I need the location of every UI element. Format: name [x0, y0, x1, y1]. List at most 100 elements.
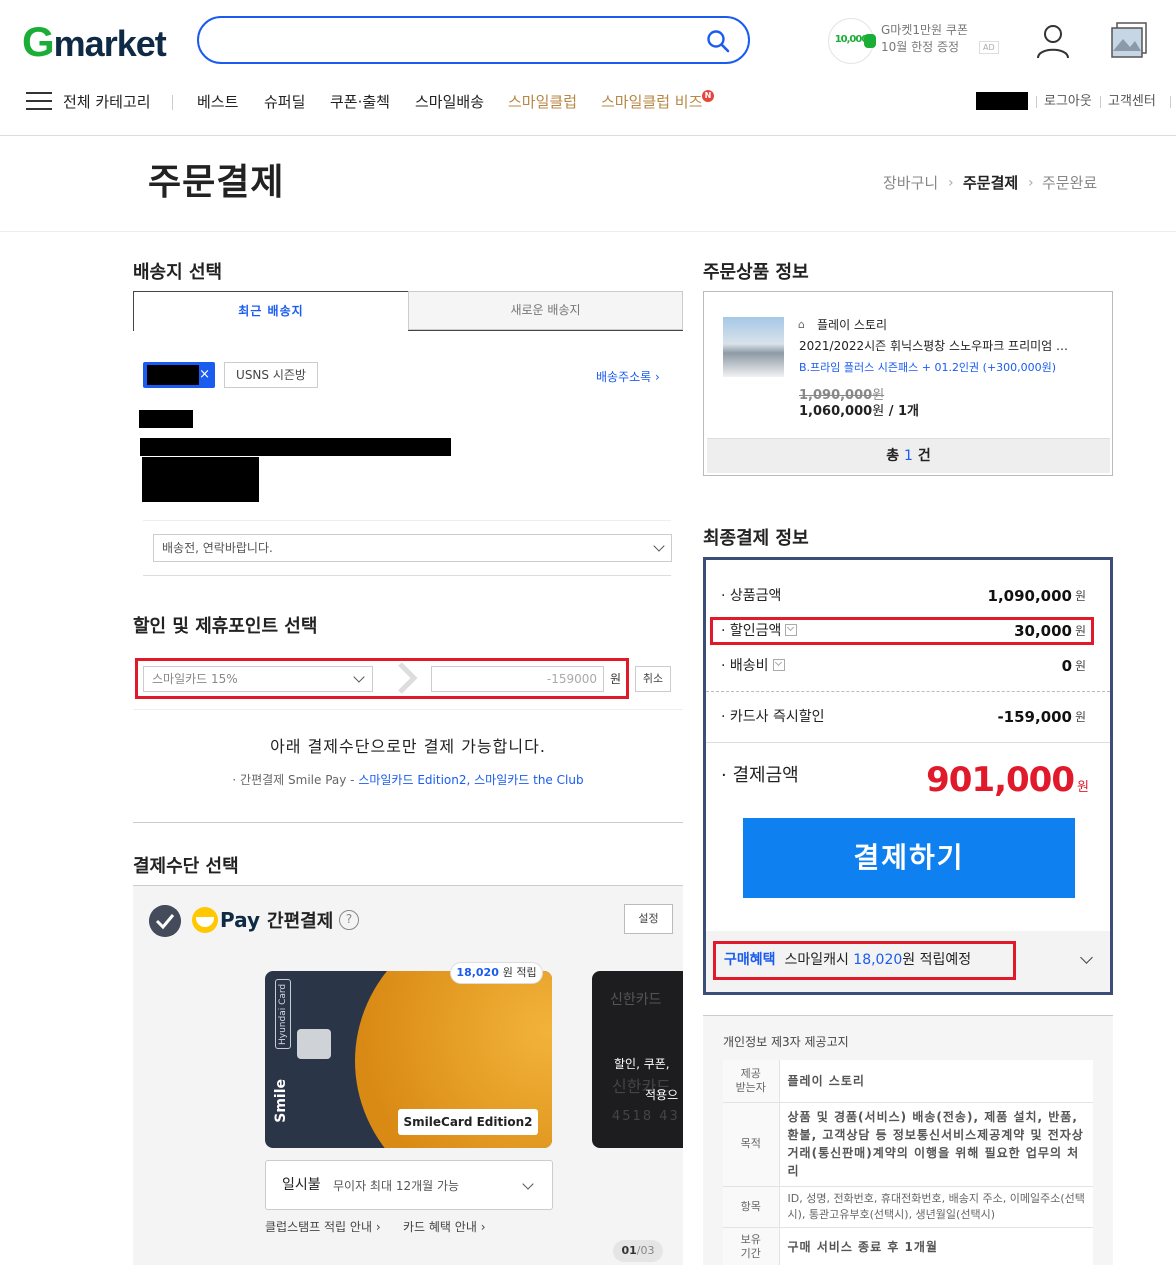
won-unit: 원	[1075, 624, 1087, 638]
table-row: 목적 상품 및 경품(서비스) 배송(전송), 제품 설치, 반품, 환불, 고객…	[723, 1102, 1093, 1187]
privacy-value-recipient: 플레이 스토리	[779, 1060, 1093, 1103]
nav-item-smile-delivery[interactable]: 스마일배송	[415, 91, 484, 113]
logout-link[interactable]: 로그아웃	[1044, 93, 1092, 111]
recent-item-thumbnail-icon[interactable]	[1110, 21, 1148, 59]
order-checkout-page: Gmarket 10,000 G마켓1만원 쿠폰 10월 한정 증정 AD 전체 …	[0, 0, 1176, 1265]
hamburger-menu-icon[interactable]	[26, 92, 52, 112]
address-chip-usns[interactable]: USNS 시즌방	[224, 362, 318, 388]
discount-cancel-button[interactable]: 취소	[635, 666, 671, 692]
discount-won-unit: 원	[610, 672, 622, 686]
privacy-value-retention: 구매 서비스 종료 후 1개월	[779, 1227, 1093, 1265]
product-thumbnail[interactable]	[723, 317, 784, 377]
benefit-suffix: 원 적립예정	[902, 952, 972, 968]
breadcrumb-chevron-icon: ›	[1028, 175, 1034, 191]
search-icon[interactable]	[706, 29, 730, 53]
total-count: 1	[904, 448, 913, 464]
gmarket-logo[interactable]: Gmarket	[22, 20, 167, 66]
pay-label-text: 간편결제	[267, 911, 334, 932]
club-stamp-link[interactable]: 클럽스탬프 적립 안내 ›	[265, 1218, 381, 1236]
card2-number: 4518 43	[612, 1109, 680, 1124]
check-circle-icon[interactable]	[149, 905, 181, 937]
discount-card-value: 스마일카드 15%	[152, 672, 238, 686]
row-discount-label-text: · 할인금액	[721, 623, 782, 639]
nav-item-smile-club[interactable]: 스마일클럽	[508, 91, 577, 113]
won-unit: 원	[1075, 659, 1087, 673]
address-chip-selected[interactable]: ×	[143, 362, 215, 388]
won-unit: 원	[872, 388, 885, 403]
user-icon[interactable]	[1034, 22, 1072, 60]
card-issuer-label: Hyundai Card	[275, 979, 291, 1049]
card-benefit-link[interactable]: 카드 혜택 안내 ›	[403, 1218, 486, 1236]
coupon-ad-badge[interactable]: 10,000	[828, 18, 876, 64]
search-input[interactable]	[197, 16, 750, 64]
privacy-head-items: 항목	[723, 1186, 780, 1228]
product-name[interactable]: 2021/2022시즌 휘닉스평창 스노우파크 프리미엄 …	[799, 337, 1079, 355]
tab-recent-address[interactable]: 최근 배송지	[133, 291, 409, 331]
club-stamp-label: 클럽스탬프 적립 안내	[265, 1220, 372, 1234]
util-divider	[1170, 96, 1171, 108]
customer-center-link[interactable]: 고객센터	[1108, 93, 1156, 111]
chevron-down-icon	[353, 671, 365, 683]
redacted-recipient	[139, 410, 193, 428]
row-product-amount-value: 1,090,000	[987, 587, 1072, 605]
expand-chevron-icon[interactable]	[772, 658, 785, 671]
product-option: B.프라임 플러스 시즌패스 + 01.2인권 (+300,000원)	[799, 361, 1057, 374]
chevron-right-icon: ›	[375, 1220, 381, 1234]
tab-new-address[interactable]: 새로운 배송지	[408, 291, 683, 330]
pager-current: 01	[621, 1244, 637, 1257]
page-title: 주문결제	[148, 162, 285, 203]
payment-restriction-prefix: · 간편결제 Smile Pay -	[232, 773, 359, 787]
privacy-notice-title: 개인정보 제3자 제공고지	[723, 1035, 849, 1049]
shipping-section-title: 배송지 선택	[133, 262, 223, 283]
card-smile-label: Smile	[273, 1079, 289, 1123]
card2-brand: 신한카드	[610, 992, 662, 1008]
price-value: 1,060,000	[799, 404, 873, 419]
seller-name[interactable]: 플레이 스토리	[817, 316, 887, 334]
chevron-down-icon	[653, 540, 665, 552]
nav-item-coupon[interactable]: 쿠폰·출첵	[330, 91, 390, 113]
eligible-cards-link[interactable]: 스마일카드 Edition2, 스마일카드 the Club	[358, 773, 583, 787]
redacted-username	[976, 92, 1028, 110]
address-book-label: 배송주소록	[596, 370, 652, 384]
util-divider	[1036, 96, 1037, 108]
coupon-ad-line1: G마켓1만원 쿠폰	[881, 23, 968, 37]
card2-text: 적용으	[645, 1088, 679, 1102]
card-chip-icon	[297, 1029, 331, 1059]
delivery-memo-select[interactable]: 배송전, 연락바랍니다.	[153, 534, 672, 562]
title-divider	[0, 231, 1176, 232]
total-suffix: 건	[917, 448, 931, 464]
close-icon[interactable]: ×	[199, 365, 210, 385]
nav-item-best[interactable]: 베스트	[197, 91, 238, 113]
installment-type: 일시불	[282, 1177, 321, 1193]
row-discount-label[interactable]: · 할인금액	[721, 621, 798, 641]
won-unit: 원	[1075, 710, 1087, 724]
card-name-label: SmileCard Edition2	[398, 1109, 538, 1135]
card-reward-badge: 18,020 원 적립	[450, 962, 543, 984]
privacy-head-recipient: 제공 받는자	[723, 1060, 780, 1103]
redacted-phone	[142, 457, 259, 502]
row-shipping-fee-label[interactable]: · 배송비	[721, 656, 785, 676]
privacy-value-purpose: 상품 및 경품(서비스) 배송(전송), 제품 설치, 반품, 환불, 고객상담…	[779, 1102, 1093, 1187]
coupon-ad-line2: 10월 한정 증정	[881, 40, 960, 54]
nav-item-superdeal[interactable]: 슈퍼딜	[264, 91, 305, 113]
redacted-address	[140, 438, 451, 456]
card-reward-value: 18,020	[456, 966, 499, 979]
discount-card-select[interactable]: 스마일카드 15%	[143, 666, 373, 692]
payment-restriction-notice: 아래 결제수단으로만 결제 가능합니다.	[270, 737, 546, 756]
purchase-benefit-text: 구매혜택 스마일캐시 18,020원 적립예정	[724, 950, 971, 970]
coupon-ad-text[interactable]: G마켓1만원 쿠폰 10월 한정 증정	[881, 22, 968, 56]
nav-all-categories[interactable]: 전체 카테고리	[63, 91, 151, 113]
pay-button[interactable]: 결제하기	[743, 818, 1075, 898]
expand-chevron-icon[interactable]	[785, 623, 798, 636]
card-benefit-label: 카드 혜택 안내	[403, 1220, 477, 1234]
nav-divider	[172, 95, 173, 110]
help-icon[interactable]: ?	[339, 910, 359, 930]
new-badge: N	[702, 90, 714, 102]
nav-item-smile-club-biz[interactable]: 스마일클럽 비즈	[601, 91, 702, 113]
discount-amount-input[interactable]: -159000	[431, 666, 604, 692]
installment-desc: 무이자 최대 12개월 가능	[333, 1179, 460, 1193]
pay-setting-button[interactable]: 설정	[624, 904, 673, 934]
privacy-head-purpose: 목적	[723, 1102, 780, 1187]
address-book-link[interactable]: 배송주소록 ›	[596, 368, 660, 386]
ad-label: AD	[979, 41, 999, 54]
